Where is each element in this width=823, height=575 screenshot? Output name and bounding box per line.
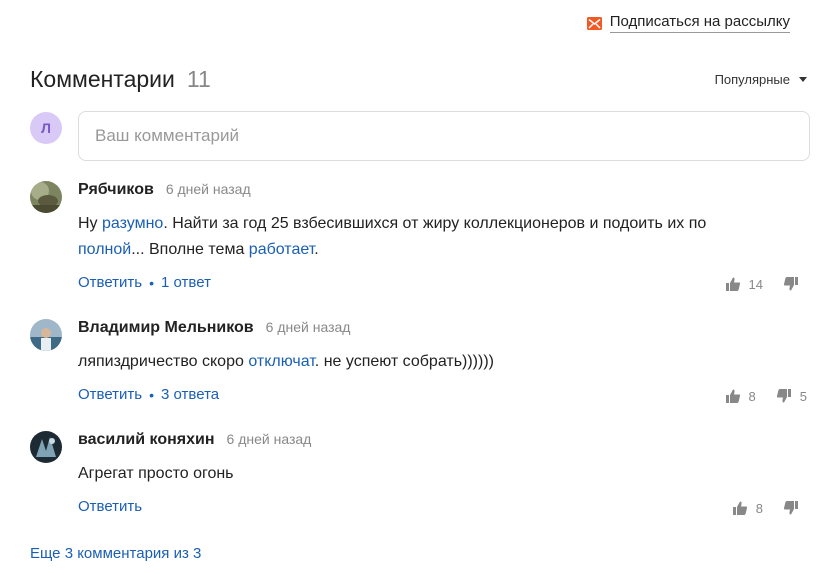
comment-time: 6 дней назад xyxy=(226,431,312,447)
like-count: 8 xyxy=(755,500,763,516)
like-count: 14 xyxy=(748,276,763,292)
sort-dropdown[interactable]: Популярные xyxy=(715,72,807,87)
text-fragment: . Найти за год 25 взбесившихся от жиру к… xyxy=(163,215,707,232)
avatar-image xyxy=(30,431,62,463)
dislike-button[interactable]: 5 xyxy=(776,388,807,404)
thumbs-up-icon xyxy=(725,277,740,291)
comments-title: Комментарии xyxy=(30,65,175,92)
text-fragment: ляпиздричество скоро xyxy=(78,353,249,370)
comment-author[interactable]: василий коняхин xyxy=(78,431,215,449)
separator-dot: • xyxy=(149,386,155,403)
comment-votes: 8 xyxy=(732,500,807,516)
comment-time: 6 дней назад xyxy=(165,181,251,197)
text-keyword: работает xyxy=(248,241,315,258)
comment-text: Агрегат просто огонь xyxy=(78,461,777,487)
text-fragment: Ну xyxy=(78,215,102,232)
replies-link[interactable]: 3 ответа xyxy=(161,386,219,403)
separator-dot: • xyxy=(149,274,155,291)
comment-votes: 8 5 xyxy=(725,388,807,404)
comment-text: Ну разумно. Найти за год 25 взбесившихся… xyxy=(78,211,777,263)
text-keyword: разумно xyxy=(102,215,164,232)
like-count: 8 xyxy=(748,388,756,404)
mail-icon xyxy=(586,16,602,30)
comment-actions: Ответить • 3 ответа xyxy=(78,386,219,403)
reply-button[interactable]: Ответить xyxy=(78,274,142,291)
avatar-image xyxy=(30,181,62,213)
thumbs-up-icon xyxy=(732,501,747,515)
like-button[interactable]: 8 xyxy=(732,500,763,516)
text-fragment: ... Вполне тема xyxy=(131,241,249,258)
thumbs-down-icon xyxy=(776,389,791,403)
reply-button[interactable]: Ответить xyxy=(78,386,142,403)
text-keyword: отключат xyxy=(248,353,315,370)
comment-compose: Л xyxy=(30,111,810,161)
dislike-count: 5 xyxy=(799,388,807,404)
replies-link[interactable]: 1 ответ xyxy=(161,274,211,291)
comment-votes: 14 xyxy=(725,276,807,292)
comment-author[interactable]: Владимир Мельников xyxy=(78,319,254,337)
comments-count: 11 xyxy=(186,65,211,92)
sort-label: Популярные xyxy=(714,71,790,87)
avatar[interactable] xyxy=(30,431,62,463)
subscribe-block[interactable]: Подписаться на рассылку xyxy=(586,13,790,33)
comment-item: Владимир Мельников 6 дней назад ляпиздри… xyxy=(30,319,807,409)
reply-button[interactable]: Ответить xyxy=(78,498,142,515)
current-user-avatar: Л xyxy=(30,112,62,144)
comment-input[interactable] xyxy=(78,111,810,161)
comment-item: Рябчиков 6 дней назад Ну разумно. Найти … xyxy=(30,181,807,292)
avatar-image xyxy=(30,319,62,351)
comment-time: 6 дней назад xyxy=(265,319,351,335)
comment-actions: Ответить xyxy=(78,498,142,515)
dislike-button[interactable] xyxy=(783,500,807,516)
comment-item: василий коняхин 6 дней назад Агрегат про… xyxy=(30,431,807,521)
text-fragment: Агрегат просто огонь xyxy=(78,465,234,482)
avatar[interactable] xyxy=(30,319,62,351)
caret-down-icon xyxy=(799,76,807,82)
like-button[interactable]: 14 xyxy=(725,276,763,292)
comments-header: Комментарии 11 Популярные xyxy=(30,62,807,96)
comment-text: ляпиздричество скоро отключат. не успеют… xyxy=(78,349,777,375)
thumbs-down-icon xyxy=(783,277,798,291)
comment-actions: Ответить • 1 ответ xyxy=(78,274,211,291)
text-fragment: . не успеют собрать)))))) xyxy=(314,353,494,370)
comment-meta: василий коняхин 6 дней назад xyxy=(78,431,311,451)
text-fragment: . xyxy=(314,241,319,258)
thumbs-down-icon xyxy=(783,501,798,515)
load-more-comments-link[interactable]: Еще 3 комментария из 3 xyxy=(30,545,201,562)
subscribe-link[interactable]: Подписаться на рассылку xyxy=(609,13,790,33)
dislike-button[interactable] xyxy=(783,276,807,292)
comment-meta: Владимир Мельников 6 дней назад xyxy=(78,319,350,339)
thumbs-up-icon xyxy=(725,389,740,403)
like-button[interactable]: 8 xyxy=(725,388,756,404)
comment-author[interactable]: Рябчиков xyxy=(78,181,154,199)
avatar[interactable] xyxy=(30,181,62,213)
text-keyword: полной xyxy=(78,241,132,258)
comment-meta: Рябчиков 6 дней назад xyxy=(78,181,251,201)
